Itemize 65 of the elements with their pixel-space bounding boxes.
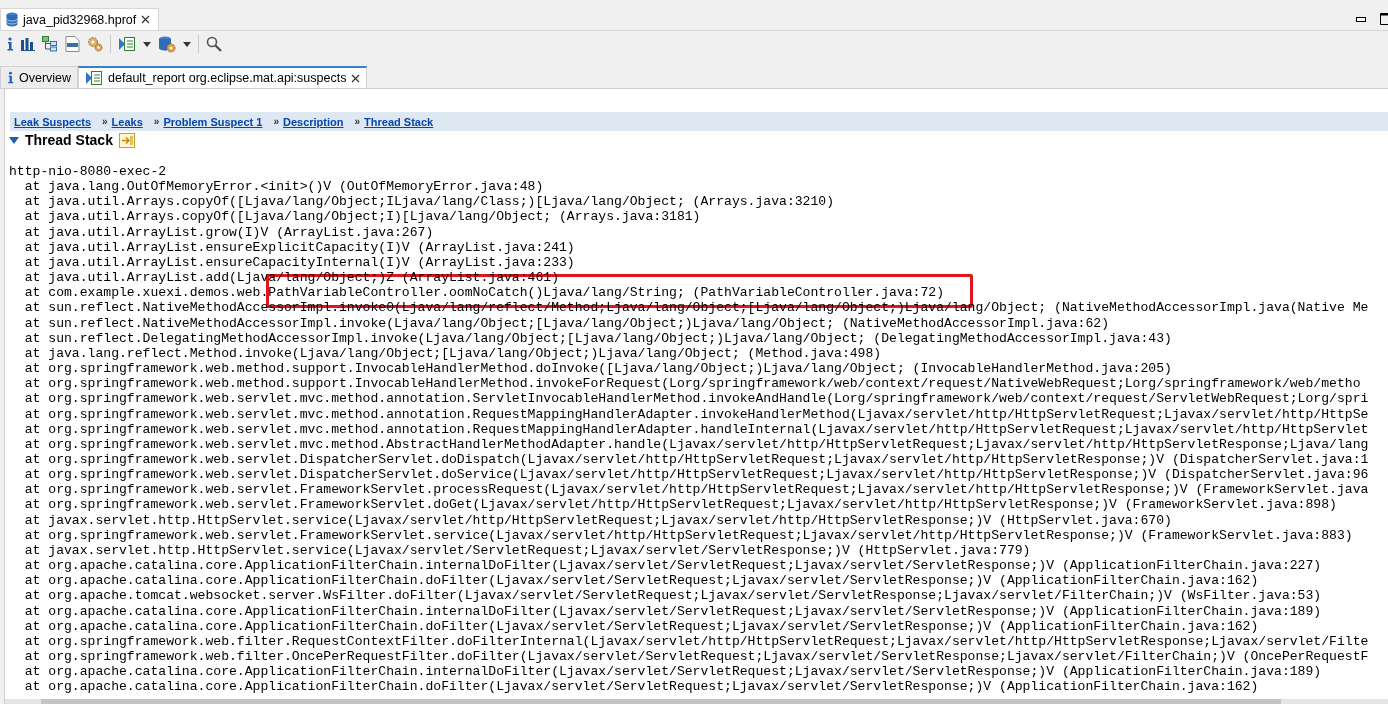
collapse-triangle-icon[interactable] [9, 136, 19, 144]
info-icon[interactable] [6, 37, 14, 51]
close-icon[interactable] [351, 73, 361, 83]
separator: » [354, 116, 361, 127]
caret-icon[interactable] [143, 41, 151, 47]
stack-frame: at org.springframework.web.servlet.mvc.method.annotation.RequestMappingHandlerAdapter.invokeHandlerMethod(Ljavax/servlet/http/HttpServletRequest;Ljavax/servlet/http/HttpSe [24, 406, 1369, 422]
view-tab[interactable]: default_report org.eclipse.mat.api:suspects [78, 66, 368, 88]
stack-frame: at java.util.ArrayList.ensureExplicitCapacity(I)V (ArrayList.java:241) [24, 239, 575, 255]
tree-icon[interactable] [42, 36, 58, 52]
view-tab[interactable]: Overview [0, 66, 79, 88]
breadcrumb-link[interactable]: Leak Suspects [14, 115, 92, 128]
minimize-icon[interactable] [1356, 16, 1366, 22]
stack-frame: at org.springframework.web.servlet.mvc.method.annotation.RequestMappingHandlerAdapter.handleInternal(Ljavax/servlet/http/HttpServletRequest;Ljavax/servlet/http/HttpServlet [24, 421, 1369, 437]
stack-frame: at org.springframework.web.servlet.FrameworkServlet.service(Ljavax/servlet/http/HttpServletRequest;Ljavax/servlet/http/HttpServletResponse;)V (FrameworkServlet.java:883) [24, 527, 1353, 543]
thread-name: http-nio-8080-exec-2 [9, 164, 168, 180]
stack-frame: at java.lang.OutOfMemoryError.<init>()V (OutOfMemoryError.java:48) [24, 179, 544, 195]
stack-frame: at org.apache.tomcat.websocket.server.WsFilter.doFilter(Ljavax/servlet/ServletRequest;Ljavax/servlet/ServletResponse;Ljavax/servlet/FilterChain;)V (WsFilter.java:53) [24, 588, 1322, 604]
stack-frame: at org.springframework.web.servlet.mvc.method.AbstractHandlerMethodAdapter.handle(Ljavax/servlet/http/HttpServletRequest;Ljavax/servlet/http/HttpServletResponse;Ljava/lang [24, 436, 1369, 452]
export-icon[interactable] [118, 132, 135, 148]
stack-frame: at org.apache.catalina.core.ApplicationFilterChain.internalDoFilter(Ljavax/servlet/ServletRequest;Ljavax/servlet/ServletResponse;)V (ApplicationFilterChain.java:189) [24, 664, 1322, 680]
stack-frame: at org.apache.catalina.core.ApplicationFilterChain.doFilter(Ljavax/servlet/ServletRequest;Ljavax/servlet/ServletResponse;)V (ApplicationFilterChain.java:162) [24, 618, 1259, 634]
close-icon[interactable] [141, 15, 151, 24]
stack-frame: at org.springframework.web.servlet.DispatcherServlet.doDispatch(Ljavax/servlet/http/HttpServletRequest;Ljavax/servlet/http/HttpServletResponse;)V (DispatcherServlet.java:1 [24, 451, 1369, 467]
stack-frame: at javax.servlet.http.HttpServlet.service(Ljavax/servlet/http/HttpServletRequest;Ljavax/servlet/http/HttpServletResponse;)V (HttpServlet.java:670) [24, 512, 1172, 528]
database-icon [6, 12, 18, 27]
stack-frame: at sun.reflect.DelegatingMethodAccessorImpl.invoke(Ljava/lang/Object;[Ljava/lang/Object;)Ljava/lang/Object; (DelegatingMethodAccessorImpl.java:43) [24, 330, 1172, 346]
stack-frame: at sun.reflect.NativeMethodAccessorImpl.invoke(Ljava/lang/Object;[Ljava/lang/Object;)Ljava/lang/Object; (NativeMethodAccessorImpl.java:62) [24, 315, 1110, 331]
stack-frame: at java.util.Arrays.copyOf([Ljava/lang/Object;I)[Ljava/lang/Object; (Arrays.java:3181) [24, 209, 701, 225]
stack-frame: at org.springframework.web.filter.RequestContextFilter.doFilterInternal(Ljavax/servlet/http/HttpServletRequest;Ljavax/servlet/http/HttpServletResponse;Ljavax/servlet/Filte [24, 633, 1369, 649]
separator: » [153, 116, 160, 127]
breadcrumb-link[interactable]: Thread Stack [364, 115, 434, 128]
bar-chart-icon[interactable] [21, 37, 35, 51]
maximize-icon[interactable] [1380, 13, 1388, 25]
report-icon [85, 70, 104, 86]
stack-frame: at java.util.ArrayList.grow(I)V (ArrayList.java:267) [24, 224, 434, 240]
search-icon[interactable] [206, 36, 222, 52]
section-title: Thread Stack [25, 132, 113, 148]
caret-icon[interactable] [183, 41, 191, 47]
report-icon[interactable] [118, 36, 136, 52]
breadcrumb-link[interactable]: Problem Suspect 1 [163, 115, 263, 128]
breadcrumb-link[interactable]: Leaks [111, 115, 143, 128]
gears-icon[interactable] [87, 36, 103, 52]
horizontal-scrollbar[interactable] [5, 699, 1388, 704]
stack-frame: at java.lang.reflect.Method.invoke(Ljava/lang/Object;[Ljava/lang/Object;)Ljava/lang/Object; (Method.java:498) [24, 345, 882, 361]
stack-frame: at org.springframework.web.filter.OncePerRequestFilter.doFilter(Ljavax/servlet/ServletRequest;Ljavax/servlet/ServletResponse;Ljavax/servlet/FilterChain;)V (OncePerRequestF [24, 649, 1369, 664]
stack-frame: at org.springframework.web.servlet.FrameworkServlet.processRequest(Ljavax/servlet/http/HttpServletRequest;Ljavax/servlet/http/HttpServletResponse;)V (FrameworkServlet.java [24, 482, 1369, 498]
stack-frame: at org.apache.catalina.core.ApplicationFilterChain.internalDoFilter(Ljavax/servlet/ServletRequest;Ljavax/servlet/ServletResponse;)V (ApplicationFilterChain.java:227) [24, 558, 1322, 574]
editor-tab[interactable]: java_pid32968.hprof [0, 8, 160, 30]
stack-frame: at org.apache.catalina.core.ApplicationFilterChain.doFilter(Ljavax/servlet/ServletRequest;Ljavax/servlet/ServletResponse;)V (ApplicationFilterChain.java:162) [24, 573, 1259, 589]
breadcrumb-link[interactable]: Description [283, 115, 344, 128]
stack-frame: at org.springframework.web.method.support.InvocableHandlerMethod.doInvoke([Ljava/lang/Object;)Ljava/lang/Object; (InvocableHandlerMethod.java:205) [24, 361, 1172, 377]
query-icon[interactable] [65, 36, 80, 52]
stack-frame: at org.apache.catalina.core.ApplicationFilterChain.doFilter(Ljavax/servlet/ServletRequest;Ljavax/servlet/ServletResponse;)V (ApplicationFilterChain.java:162) [24, 679, 1259, 695]
stack-frame: at org.springframework.web.method.support.InvocableHandlerMethod.invokeForRequest(Lorg/springframework/web/context/request/NativeWebRequest;Lorg/springframework/web/metho [24, 376, 1361, 392]
stack-frame: at org.springframework.web.servlet.mvc.method.annotation.ServletInvocableHandlerMethod.invokeAndHandle(Lorg/springframework/web/context/request/ServletWebRequest;Lorg/spri [24, 391, 1369, 407]
stack-frame: at java.util.Arrays.copyOf([Ljava/lang/Object;ILjava/lang/Class;)[Ljava/lang/Object; (Arrays.java:3210) [24, 194, 835, 210]
database-gear-icon[interactable] [158, 35, 176, 53]
stack-frame: at org.springframework.web.servlet.DispatcherServlet.doService(Ljavax/servlet/http/HttpServletRequest;Ljavax/servlet/http/HttpServletResponse;)V (DispatcherServlet.java:96 [24, 467, 1369, 483]
separator: » [273, 116, 279, 127]
stack-frame: at org.springframework.web.servlet.FrameworkServlet.doGet(Ljavax/servlet/http/HttpServletRequest;Ljavax/servlet/http/HttpServletResponse;)V (FrameworkServlet.java:898) [24, 497, 1337, 513]
separator: » [102, 116, 108, 127]
stack-frame: at org.apache.catalina.core.ApplicationFilterChain.internalDoFilter(Ljavax/servlet/ServletRequest;Ljavax/servlet/ServletResponse;)V (ApplicationFilterChain.java:189) [24, 603, 1322, 619]
stack-frame: at javax.servlet.http.HttpServlet.service(Ljavax/servlet/ServletRequest;Ljavax/servlet/ServletResponse;)V (HttpServlet.java:779) [24, 542, 1031, 558]
stack-frame: at java.util.ArrayList.ensureCapacityInternal(I)V (ArrayList.java:233) [24, 254, 575, 270]
info-icon [7, 71, 14, 84]
